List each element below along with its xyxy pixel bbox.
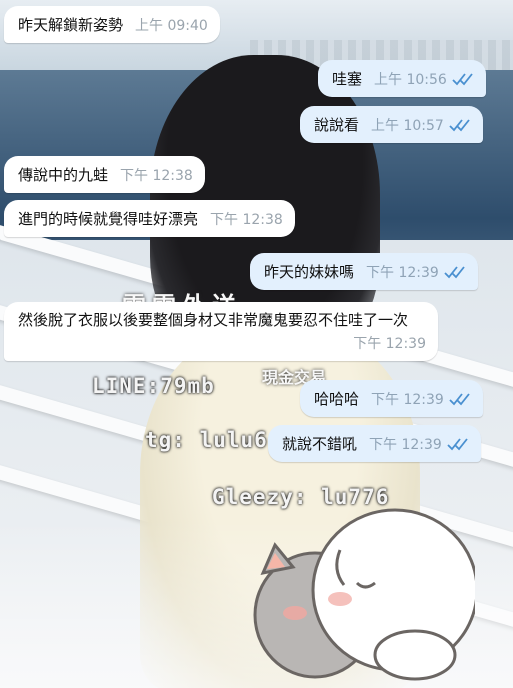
message-text: 就說不錯吼 xyxy=(282,435,358,453)
double-check-icon xyxy=(449,118,470,131)
message-incoming[interactable]: 傳說中的九蛙 下午 12:38 xyxy=(4,156,205,193)
double-check-icon xyxy=(452,72,473,85)
message-time: 下午 12:39 xyxy=(353,336,426,352)
message-text: 說說看 xyxy=(314,116,360,134)
message-time: 下午 12:38 xyxy=(210,211,283,228)
message-outgoing[interactable]: 哈哈哈 下午 12:39 xyxy=(300,380,483,417)
message-time: 下午 12:39 xyxy=(366,264,439,281)
message-time: 上午 09:40 xyxy=(135,17,208,34)
message-time: 下午 12:39 xyxy=(369,436,442,453)
message-incoming[interactable]: 進門的時候就覺得哇好漂亮 下午 12:38 xyxy=(4,200,295,237)
message-incoming[interactable]: 昨天解鎖新姿勢 上午 09:40 xyxy=(4,6,220,43)
message-text: 進門的時候就覺得哇好漂亮 xyxy=(18,210,199,228)
double-check-icon xyxy=(449,392,470,405)
double-check-icon xyxy=(444,265,465,278)
message-outgoing[interactable]: 哇塞 上午 10:56 xyxy=(318,60,486,97)
message-text: 昨天的妹妹嗎 xyxy=(264,263,355,281)
watermark-tg: tg: lulu6 xyxy=(145,428,268,452)
cat-sticker[interactable] xyxy=(245,495,475,688)
message-text: 哇塞 xyxy=(332,70,363,88)
message-time: 上午 10:57 xyxy=(371,117,444,134)
message-time: 下午 12:38 xyxy=(120,167,193,184)
message-outgoing[interactable]: 昨天的妹妹嗎 下午 12:39 xyxy=(250,253,478,290)
message-text: 哈哈哈 xyxy=(314,390,360,408)
message-text: 然後脫了衣服以後要整個身材又非常魔鬼要忍不住哇了一次 xyxy=(18,311,409,329)
message-text: 昨天解鎖新姿勢 xyxy=(18,16,124,34)
message-outgoing[interactable]: 說說看 上午 10:57 xyxy=(300,106,483,143)
double-check-icon xyxy=(447,437,468,450)
watermark-line: LINE:79mb xyxy=(92,374,215,398)
message-time: 上午 10:56 xyxy=(374,71,447,88)
message-text: 傳說中的九蛙 xyxy=(18,166,109,184)
message-time: 下午 12:39 xyxy=(371,391,444,408)
message-incoming[interactable]: 然後脫了衣服以後要整個身材又非常魔鬼要忍不住哇了一次下午 12:39 xyxy=(4,302,438,361)
message-outgoing[interactable]: 就說不錯吼 下午 12:39 xyxy=(268,425,481,462)
